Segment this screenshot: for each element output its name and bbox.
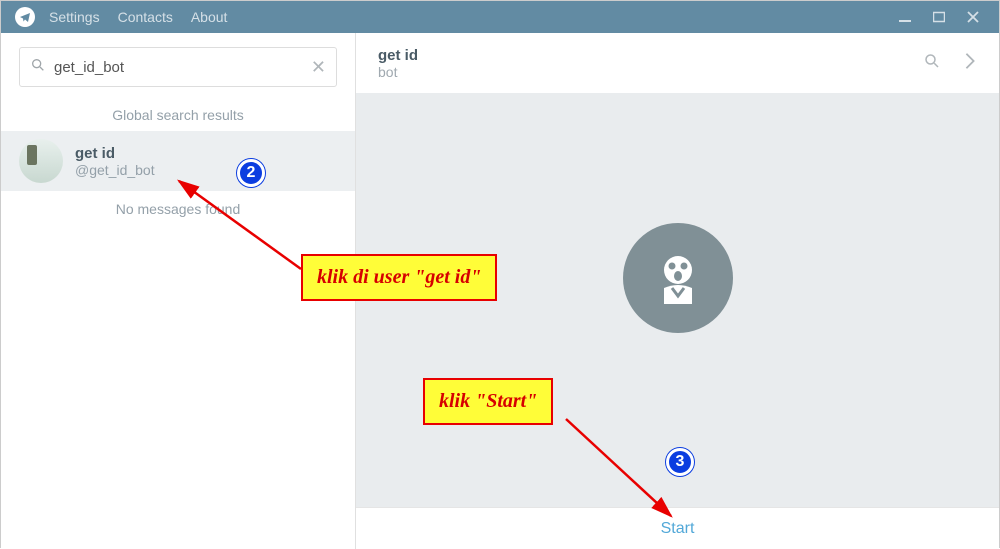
- search-box[interactable]: ✕: [19, 47, 337, 87]
- chat-title: get id: [378, 47, 418, 64]
- menu-about[interactable]: About: [191, 9, 228, 25]
- clear-search-icon[interactable]: ✕: [311, 57, 326, 78]
- annotation-badge-2: 2: [237, 159, 265, 187]
- annotation-callout-user: klik di user "get id": [301, 254, 497, 301]
- chat-search-icon[interactable]: [923, 52, 941, 75]
- menu-bar: Settings Contacts About: [49, 9, 899, 25]
- search-input[interactable]: [54, 59, 311, 76]
- result-username: @get_id_bot: [75, 162, 155, 178]
- chat-more-icon[interactable]: [963, 52, 977, 75]
- telegram-app-icon: [15, 7, 35, 27]
- annotation-callout-start: klik "Start": [423, 378, 553, 425]
- menu-contacts[interactable]: Contacts: [118, 9, 173, 25]
- chat-subtitle: bot: [378, 64, 418, 80]
- window-controls: [899, 11, 991, 23]
- maximize-icon[interactable]: [933, 11, 945, 23]
- global-search-label: Global search results: [1, 97, 355, 131]
- annotation-badge-3: 3: [666, 448, 694, 476]
- minimize-icon[interactable]: [899, 11, 911, 23]
- close-icon[interactable]: [967, 11, 979, 23]
- menu-settings[interactable]: Settings: [49, 9, 100, 25]
- result-name: get id: [75, 145, 155, 162]
- titlebar: Settings Contacts About: [1, 1, 999, 33]
- result-avatar: [19, 139, 63, 183]
- start-button[interactable]: Start: [661, 520, 695, 538]
- search-icon: [30, 57, 46, 78]
- chat-footer: Start: [356, 507, 999, 549]
- no-messages-label: No messages found: [1, 191, 355, 225]
- search-result-item[interactable]: get id @get_id_bot: [1, 131, 355, 191]
- chat-header: get id bot: [356, 33, 999, 93]
- bot-avatar: [623, 223, 733, 333]
